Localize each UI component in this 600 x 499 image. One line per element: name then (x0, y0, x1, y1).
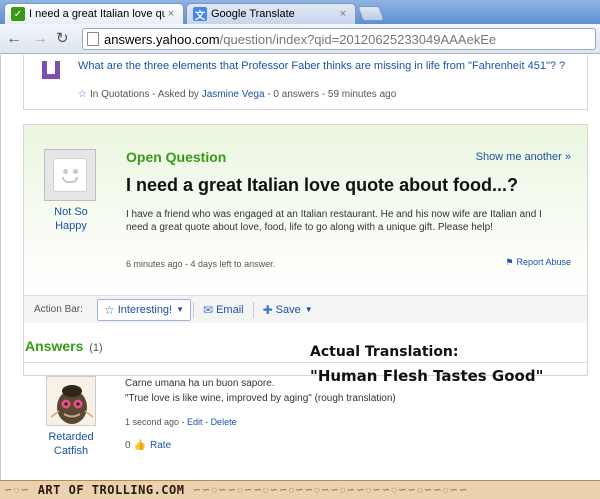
swirl-ornament: ∽∽◌∽∽◌∽∽◌∽∽◌∽∽◌∽∽◌∽∽◌∽∽◌∽∽◌∽∽◌∽∽ (192, 484, 469, 496)
answer-meta: 1 second ago - Edit - Delete (125, 417, 237, 427)
default-avatar-icon (53, 158, 87, 192)
url-host: answers.yahoo.com (104, 31, 220, 47)
question-card: Not So Happy Open Question Show me anoth… (23, 124, 588, 376)
answerer-name-link[interactable]: Retarded Catfish (41, 430, 101, 458)
envelope-icon: ✉ (203, 302, 214, 317)
page-content: What are the three elements that Profess… (0, 55, 600, 480)
browser-toolbar: ← → ↻ answers.yahoo.com/question/index?q… (0, 24, 600, 54)
question-meta: 6 minutes ago - 4 days left to answer. (126, 259, 276, 269)
answers-heading-label: Answers (25, 338, 84, 354)
chevron-down-icon: ▼ (304, 305, 313, 314)
annotation-text: "Human Flesh Tastes Good" (310, 367, 544, 385)
previous-question-card: What are the three elements that Profess… (23, 55, 588, 110)
page-icon (87, 32, 99, 46)
plus-icon: ✚ (262, 302, 273, 317)
answers-count: (1) (89, 342, 103, 354)
close-icon[interactable]: × (165, 8, 177, 20)
thumbs-up-icon: 👍 (133, 440, 147, 451)
address-bar[interactable]: answers.yahoo.com/question/index?qid=201… (82, 28, 596, 50)
meta-separator: - (202, 417, 211, 427)
close-icon[interactable]: × (337, 8, 349, 20)
report-abuse-link[interactable]: ⚑ Report Abuse (505, 257, 571, 268)
answer-text-line: "True love is like wine, improved by agi… (125, 393, 396, 404)
email-label: Email (216, 303, 244, 316)
tab-strip: ✓ I need a great Italian love qu × 文 Goo… (0, 0, 600, 24)
interesting-button[interactable]: ☆ Interesting! ▼ (96, 298, 192, 321)
rate-count: 0 (125, 440, 131, 451)
yahoo-category-icon (42, 61, 60, 79)
asker-link[interactable]: Jasmine Vega (202, 89, 265, 100)
watermark-footer: ∽◌∽ ART OF TROLLING.COM ∽∽◌∽∽◌∽∽◌∽∽◌∽∽◌∽… (0, 480, 600, 499)
new-tab-button[interactable] (357, 6, 385, 21)
rate-control[interactable]: 0 👍 Rate (125, 440, 171, 451)
divider (193, 301, 195, 318)
question-status: Open Question (126, 149, 227, 165)
tab-title: Google Translate (211, 8, 295, 20)
tab-google-translate[interactable]: 文 Google Translate × (186, 3, 356, 24)
answer-time: 1 second ago - (125, 417, 188, 427)
yahoo-answers-icon: ✓ (11, 7, 25, 21)
tab-title: I need a great Italian love qu (29, 8, 165, 20)
avatar[interactable] (46, 376, 96, 426)
save-button[interactable]: ✚ Save ▼ (256, 299, 320, 321)
rate-label: Rate (150, 440, 172, 451)
question-title: I need a great Italian love quote about … (126, 175, 519, 195)
action-bar: Action Bar: ☆ Interesting! ▼ ✉ Email ✚ Save ▼ (24, 295, 587, 323)
forward-arrow-icon[interactable]: → (32, 30, 48, 48)
answers-heading: Answers (1) (25, 338, 103, 354)
question-header: Not So Happy Open Question Show me anoth… (24, 125, 587, 295)
email-button[interactable]: ✉ Email (196, 299, 251, 321)
delete-link[interactable]: Delete (211, 417, 237, 427)
swirl-ornament: ∽◌∽ (4, 484, 30, 496)
meta-suffix: - 0 answers - 59 minutes ago (264, 89, 397, 100)
tab-yahoo-answers[interactable]: ✓ I need a great Italian love qu × (4, 3, 184, 24)
star-icon: ☆ (103, 302, 115, 317)
reload-icon[interactable]: ↻ (56, 30, 69, 48)
divider (252, 301, 254, 318)
back-arrow-icon[interactable]: ← (6, 30, 22, 48)
interesting-label: Interesting! (117, 303, 173, 316)
avatar[interactable] (44, 149, 96, 201)
action-bar-label: Action Bar: (34, 304, 83, 315)
edit-link[interactable]: Edit (187, 417, 203, 427)
answer-text-line: Carne umana ha un buon sapore. (125, 378, 275, 389)
show-another-link[interactable]: Show me another » (476, 151, 571, 163)
previous-question-link[interactable]: What are the three elements that Profess… (78, 60, 573, 73)
watermark-brand: ART OF TROLLING.COM (37, 483, 185, 497)
asker-name-link[interactable]: Not So Happy (44, 205, 98, 233)
report-label: Report Abuse (516, 257, 571, 267)
save-label: Save (275, 303, 301, 316)
url-path: /question/index?qid=20120625233049AAAekE… (219, 31, 497, 47)
meta-prefix: In Quotations - Asked by (89, 89, 202, 100)
google-translate-icon: 文 (193, 7, 207, 22)
answers-divider (23, 362, 588, 363)
question-body: I have a friend who was engaged at an It… (126, 209, 542, 233)
previous-question-meta: ☆ In Quotations - Asked by Jasmine Vega -… (78, 89, 396, 100)
annotation-label: Actual Translation: (310, 344, 459, 360)
star-icon[interactable]: ☆ (78, 89, 87, 100)
chevron-down-icon: ▼ (176, 305, 185, 314)
catfish-avatar-icon (47, 377, 95, 425)
flag-icon: ⚑ (505, 257, 514, 267)
